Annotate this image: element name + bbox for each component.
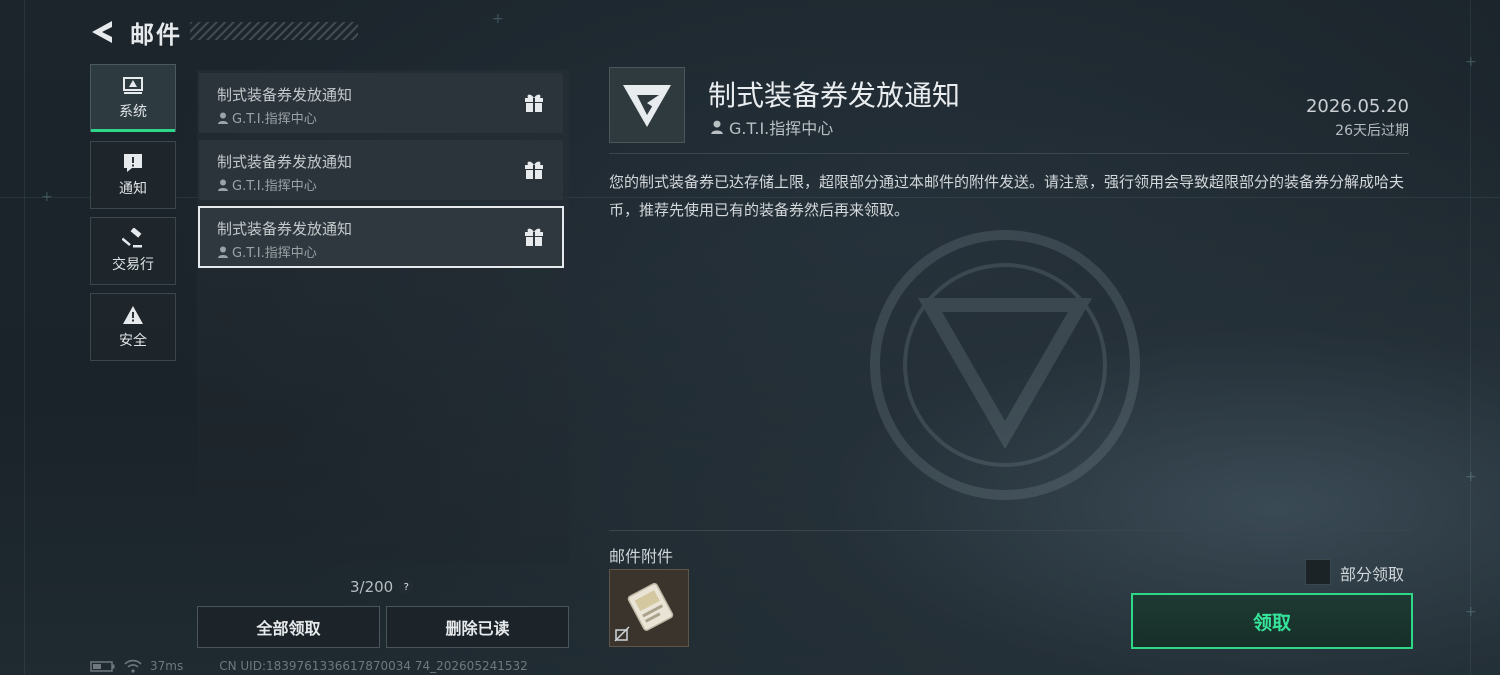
system-icon bbox=[123, 77, 143, 94]
grid-plus: + bbox=[1465, 54, 1477, 70]
equipment-voucher-icon bbox=[614, 582, 674, 642]
mail-sender: G.T.I.指挥中心 bbox=[217, 108, 317, 127]
warning-icon bbox=[123, 306, 143, 324]
category-label: 通知 bbox=[119, 181, 147, 197]
mail-detail-sender: G.T.I.指挥中心 bbox=[710, 115, 833, 139]
attachment-item[interactable] bbox=[609, 569, 689, 647]
gti-logo-icon bbox=[623, 85, 671, 127]
status-bar: 37ms CN UID:1839761336617870034 74_20260… bbox=[90, 659, 528, 673]
ping-value: 37ms bbox=[150, 659, 184, 673]
grid-plus: + bbox=[492, 11, 504, 27]
claim-button[interactable]: 领取 bbox=[1131, 593, 1413, 649]
grid-plus: + bbox=[1465, 604, 1477, 620]
sender-logo bbox=[609, 67, 685, 143]
person-icon bbox=[218, 246, 228, 258]
mail-body: 您的制式装备券已达存储上限，超限部分通过本邮件的附件发送。请注意，强行领用会导致… bbox=[609, 173, 1405, 219]
grid-line bbox=[24, 0, 25, 675]
partial-claim-label: 部分领取 bbox=[1340, 565, 1405, 584]
category-label: 交易行 bbox=[112, 257, 154, 273]
mail-sender-name: G.T.I.指挥中心 bbox=[232, 179, 317, 194]
grid-plus: + bbox=[41, 189, 53, 205]
mail-sender: G.T.I.指挥中心 bbox=[217, 242, 317, 261]
title-decoration bbox=[190, 22, 358, 40]
back-arrow-icon[interactable] bbox=[90, 19, 116, 45]
category-tab-notice[interactable]: 通知 bbox=[90, 141, 176, 209]
delete-read-button[interactable]: 删除已读 bbox=[386, 606, 569, 648]
emblem-watermark bbox=[870, 230, 1140, 500]
mail-detail-title: 制式装备券发放通知 bbox=[708, 79, 961, 112]
page-title: 邮件 bbox=[130, 20, 182, 49]
gift-icon bbox=[525, 161, 543, 179]
category-tab-security[interactable]: 安全 bbox=[90, 293, 176, 361]
category-label: 系统 bbox=[119, 104, 147, 120]
notice-icon bbox=[124, 154, 142, 172]
category-label: 安全 bbox=[119, 333, 147, 349]
category-tab-system[interactable]: 系统 bbox=[90, 64, 176, 132]
claim-all-button[interactable]: 全部领取 bbox=[197, 606, 380, 648]
category-tab-auction[interactable]: 交易行 bbox=[90, 217, 176, 285]
mail-date: 2026.05.20 bbox=[1305, 96, 1409, 117]
mail-count-value: 3/200 bbox=[350, 578, 394, 596]
person-icon bbox=[218, 179, 228, 191]
attachments-label: 邮件附件 bbox=[609, 547, 674, 566]
mail-count: 3/200 ? bbox=[350, 578, 414, 596]
mail-expire: 26天后过期 bbox=[1335, 123, 1409, 139]
gift-icon bbox=[525, 228, 543, 246]
mail-subject: 制式装备券发放通知 bbox=[217, 86, 353, 104]
wifi-icon bbox=[124, 659, 142, 673]
mail-list-item[interactable]: 制式装备券发放通知 G.T.I.指挥中心 bbox=[199, 73, 563, 133]
gift-icon bbox=[525, 94, 543, 112]
divider bbox=[609, 153, 1409, 154]
mail-subject: 制式装备券发放通知 bbox=[217, 153, 353, 171]
mail-detail-sender-name: G.T.I.指挥中心 bbox=[729, 119, 834, 138]
mail-sender-name: G.T.I.指挥中心 bbox=[232, 112, 317, 127]
mail-subject: 制式装备券发放通知 bbox=[217, 220, 353, 238]
partial-claim-checkbox[interactable] bbox=[1305, 559, 1331, 585]
grid-line bbox=[1470, 0, 1471, 675]
person-icon bbox=[218, 112, 228, 124]
grid-plus: + bbox=[1465, 469, 1477, 485]
mail-sender: G.T.I.指挥中心 bbox=[217, 175, 317, 194]
help-icon[interactable]: ? bbox=[399, 580, 414, 594]
divider bbox=[609, 530, 1409, 531]
mail-sender-name: G.T.I.指挥中心 bbox=[232, 246, 317, 261]
mail-list-item-selected[interactable]: 制式装备券发放通知 G.T.I.指挥中心 bbox=[198, 206, 564, 268]
uid-text: CN UID:1839761336617870034 74_2026052415… bbox=[219, 659, 528, 673]
auction-icon bbox=[122, 228, 142, 248]
battery-icon bbox=[90, 661, 115, 672]
mail-list-item[interactable]: 制式装备券发放通知 G.T.I.指挥中心 bbox=[199, 140, 563, 200]
person-icon bbox=[711, 120, 723, 134]
page-header: 邮件 bbox=[90, 12, 182, 52]
